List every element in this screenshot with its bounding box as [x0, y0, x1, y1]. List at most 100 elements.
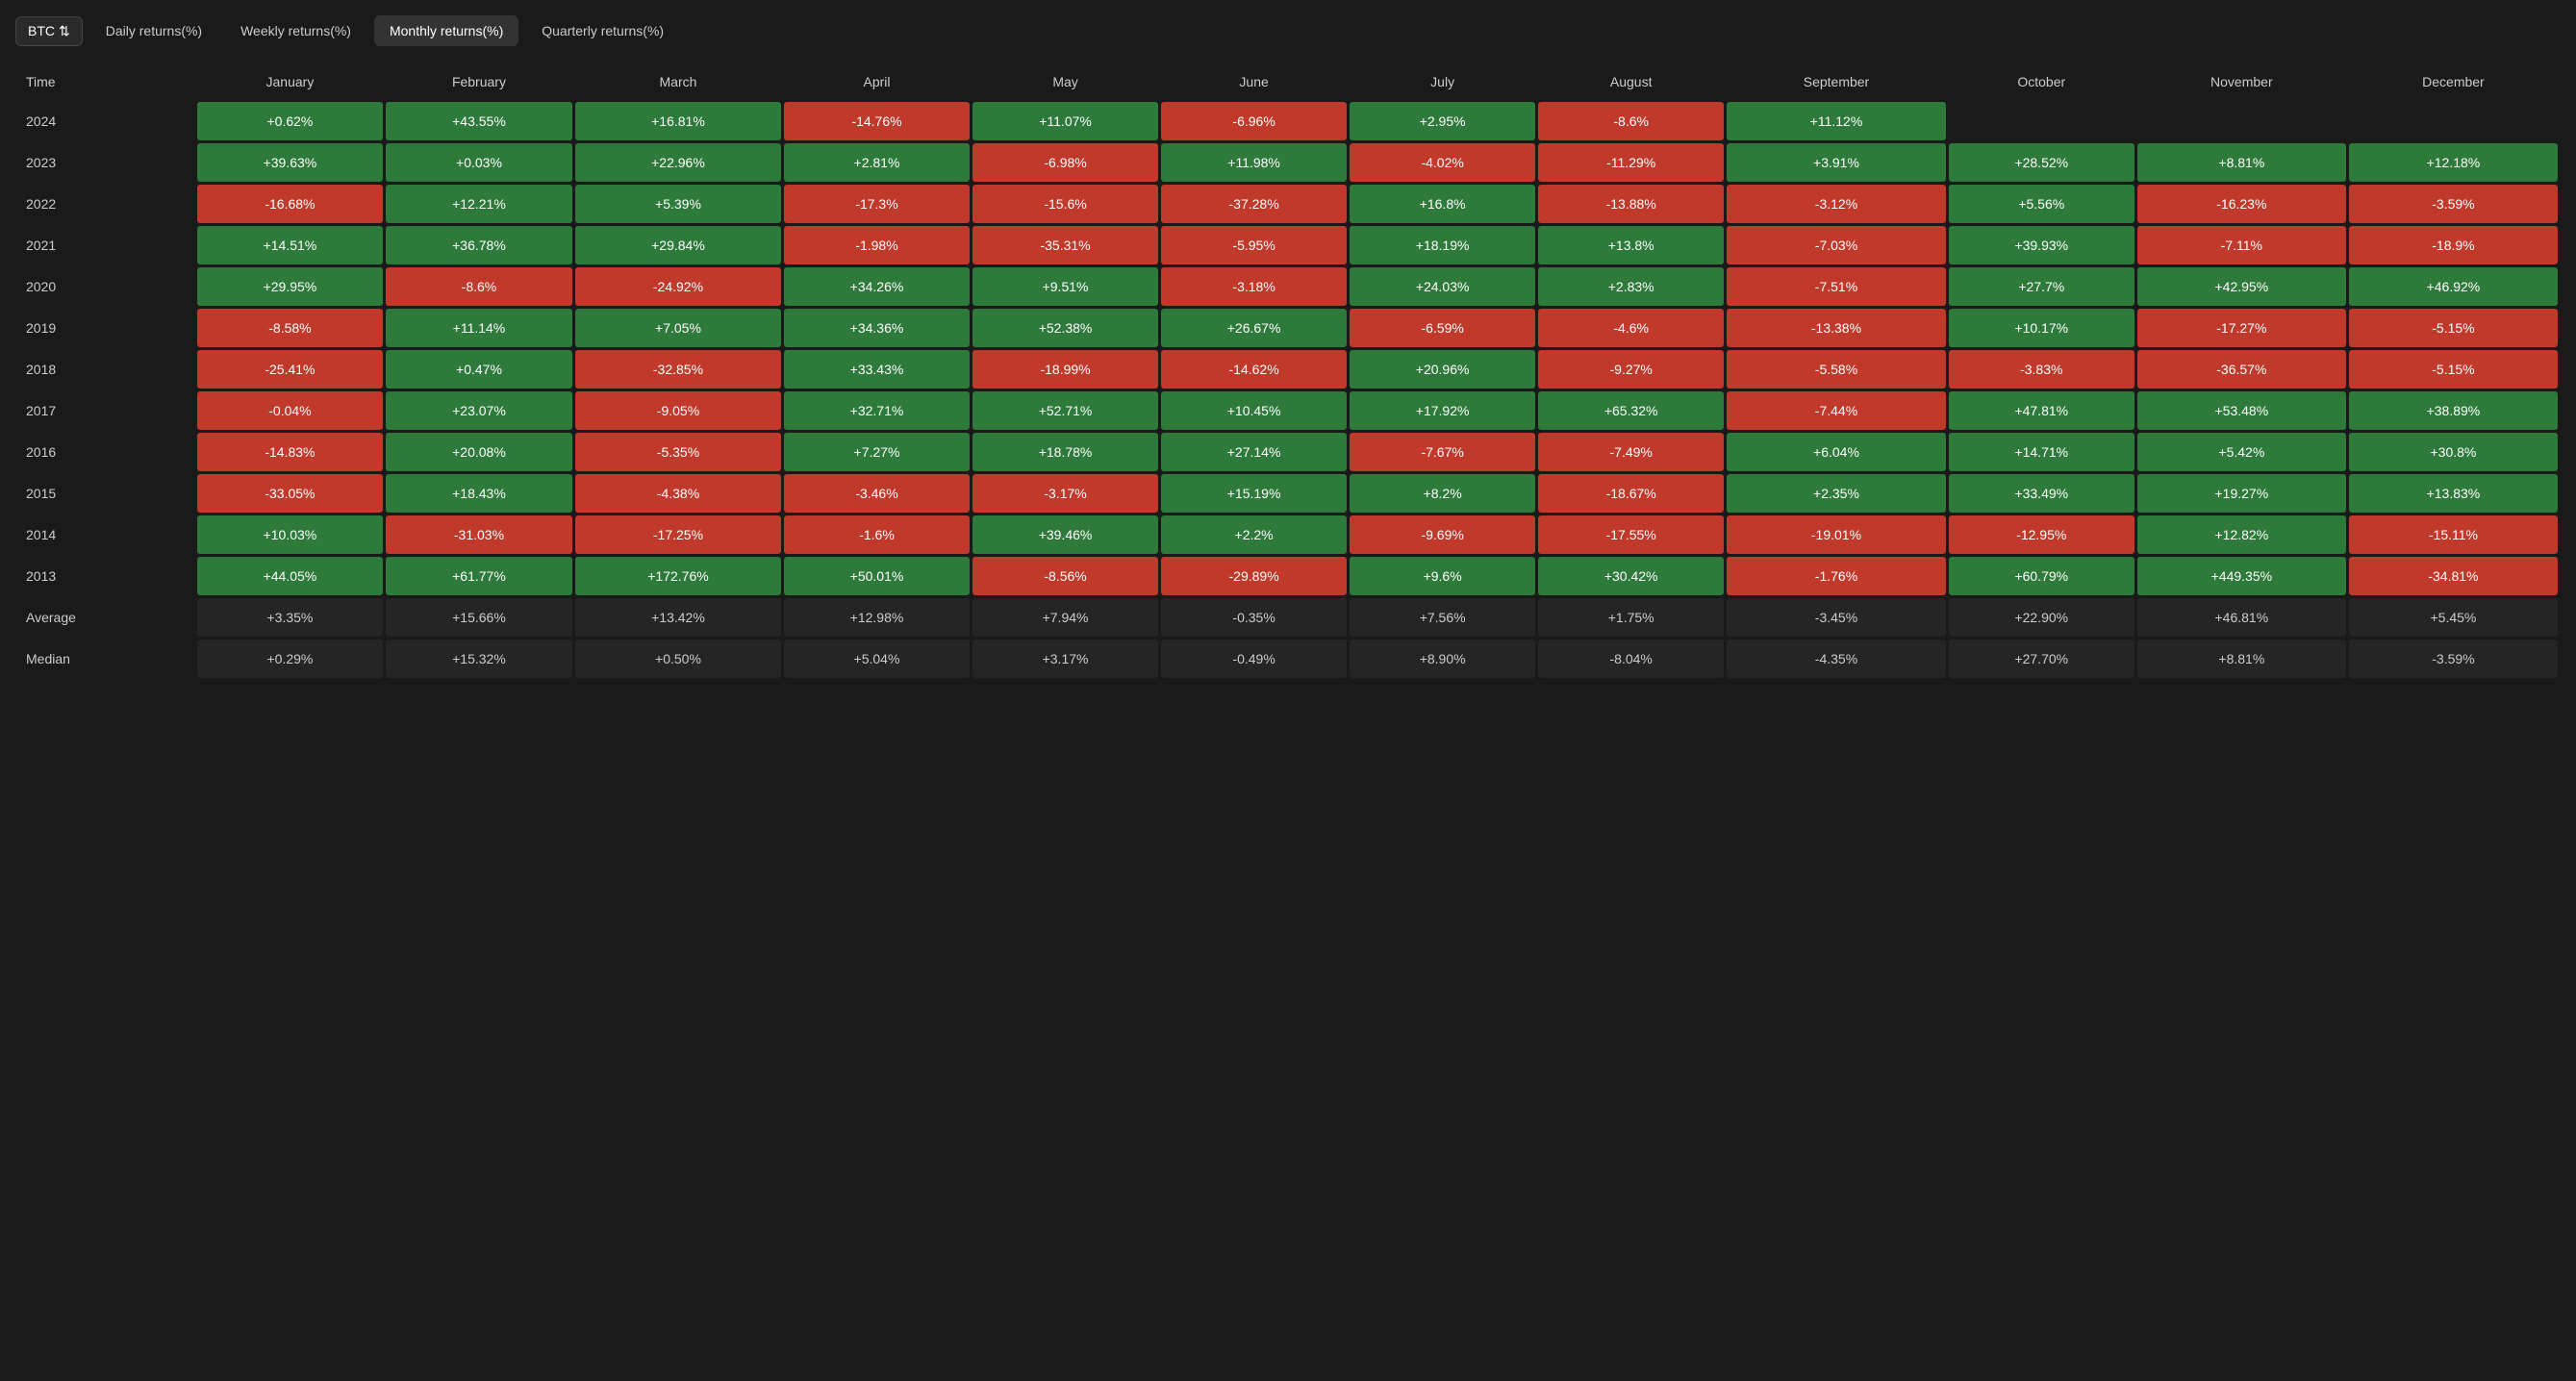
- col-january: January: [197, 64, 383, 99]
- value-cell: +10.03%: [197, 515, 383, 554]
- value-cell: -17.3%: [784, 185, 970, 223]
- value-cell: +9.51%: [972, 267, 1158, 306]
- footer-value: -3.59%: [2349, 640, 2558, 678]
- table-row: 2014+10.03%-31.03%-17.25%-1.6%+39.46%+2.…: [18, 515, 2558, 554]
- value-cell: +13.8%: [1538, 226, 1724, 264]
- value-cell: -8.56%: [972, 557, 1158, 595]
- footer-value: +7.56%: [1350, 598, 1535, 637]
- value-cell: -14.76%: [784, 102, 970, 140]
- value-cell: +12.82%: [2137, 515, 2346, 554]
- tab-weekly[interactable]: Weekly returns(%): [225, 15, 366, 46]
- table-row: 2021+14.51%+36.78%+29.84%-1.98%-35.31%-5…: [18, 226, 2558, 264]
- value-cell: +16.8%: [1350, 185, 1535, 223]
- year-cell: 2024: [18, 102, 194, 140]
- value-cell: +29.95%: [197, 267, 383, 306]
- value-cell: +22.96%: [575, 143, 781, 182]
- footer-label: Average: [18, 598, 194, 637]
- value-cell: +18.19%: [1350, 226, 1535, 264]
- value-cell: -17.25%: [575, 515, 781, 554]
- year-cell: 2019: [18, 309, 194, 347]
- value-cell: +29.84%: [575, 226, 781, 264]
- value-cell: +27.7%: [1949, 267, 2134, 306]
- value-cell: +0.62%: [197, 102, 383, 140]
- value-cell: +0.03%: [386, 143, 572, 182]
- value-cell: -5.15%: [2349, 309, 2558, 347]
- footer-value: +15.32%: [386, 640, 572, 678]
- value-cell: -14.83%: [197, 433, 383, 471]
- table-row: 2013+44.05%+61.77%+172.76%+50.01%-8.56%-…: [18, 557, 2558, 595]
- footer-value: -0.35%: [1161, 598, 1347, 637]
- value-cell: -16.68%: [197, 185, 383, 223]
- value-cell: +0.47%: [386, 350, 572, 389]
- value-cell: +23.07%: [386, 391, 572, 430]
- value-cell: -31.03%: [386, 515, 572, 554]
- tab-monthly[interactable]: Monthly returns(%): [374, 15, 518, 46]
- value-cell: +39.93%: [1949, 226, 2134, 264]
- asset-selector[interactable]: BTC ⇅: [15, 16, 83, 46]
- footer-value: +12.98%: [784, 598, 970, 637]
- value-cell: -18.67%: [1538, 474, 1724, 513]
- value-cell: +11.98%: [1161, 143, 1347, 182]
- tab-quarterly[interactable]: Quarterly returns(%): [526, 15, 679, 46]
- asset-label: BTC: [28, 23, 55, 38]
- value-cell: +9.6%: [1350, 557, 1535, 595]
- value-cell: +46.92%: [2349, 267, 2558, 306]
- footer-row: Average+3.35%+15.66%+13.42%+12.98%+7.94%…: [18, 598, 2558, 637]
- year-cell: 2023: [18, 143, 194, 182]
- col-august: August: [1538, 64, 1724, 99]
- value-cell: -6.59%: [1350, 309, 1535, 347]
- footer-value: +5.45%: [2349, 598, 2558, 637]
- value-cell: +19.27%: [2137, 474, 2346, 513]
- value-cell: +5.56%: [1949, 185, 2134, 223]
- year-cell: 2014: [18, 515, 194, 554]
- value-cell: +33.43%: [784, 350, 970, 389]
- value-cell: -7.44%: [1727, 391, 1946, 430]
- value-cell: -17.27%: [2137, 309, 2346, 347]
- value-cell: +7.05%: [575, 309, 781, 347]
- year-cell: 2022: [18, 185, 194, 223]
- value-cell: +44.05%: [197, 557, 383, 595]
- value-cell: -9.69%: [1350, 515, 1535, 554]
- value-cell: -5.15%: [2349, 350, 2558, 389]
- value-cell: +52.71%: [972, 391, 1158, 430]
- value-cell: -3.46%: [784, 474, 970, 513]
- value-cell: -7.67%: [1350, 433, 1535, 471]
- value-cell: -6.98%: [972, 143, 1158, 182]
- footer-value: +1.75%: [1538, 598, 1724, 637]
- value-cell: [2137, 102, 2346, 140]
- value-cell: +60.79%: [1949, 557, 2134, 595]
- footer-value: -4.35%: [1727, 640, 1946, 678]
- value-cell: -8.58%: [197, 309, 383, 347]
- footer-value: +15.66%: [386, 598, 572, 637]
- value-cell: -5.95%: [1161, 226, 1347, 264]
- value-cell: -32.85%: [575, 350, 781, 389]
- value-cell: -3.17%: [972, 474, 1158, 513]
- col-october: October: [1949, 64, 2134, 99]
- value-cell: -37.28%: [1161, 185, 1347, 223]
- returns-table-container: Time January February March April May Ju…: [15, 62, 2561, 681]
- value-cell: -18.9%: [2349, 226, 2558, 264]
- value-cell: +39.46%: [972, 515, 1158, 554]
- value-cell: +7.27%: [784, 433, 970, 471]
- value-cell: -5.58%: [1727, 350, 1946, 389]
- value-cell: -25.41%: [197, 350, 383, 389]
- value-cell: +5.42%: [2137, 433, 2346, 471]
- footer-value: +8.90%: [1350, 640, 1535, 678]
- value-cell: +172.76%: [575, 557, 781, 595]
- col-may: May: [972, 64, 1158, 99]
- value-cell: -4.02%: [1350, 143, 1535, 182]
- value-cell: +14.71%: [1949, 433, 2134, 471]
- value-cell: -9.05%: [575, 391, 781, 430]
- value-cell: +24.03%: [1350, 267, 1535, 306]
- tab-daily[interactable]: Daily returns(%): [90, 15, 217, 46]
- value-cell: -33.05%: [197, 474, 383, 513]
- value-cell: -19.01%: [1727, 515, 1946, 554]
- year-cell: 2015: [18, 474, 194, 513]
- value-cell: +449.35%: [2137, 557, 2346, 595]
- value-cell: -4.6%: [1538, 309, 1724, 347]
- footer-value: +8.81%: [2137, 640, 2346, 678]
- value-cell: +13.83%: [2349, 474, 2558, 513]
- value-cell: +2.2%: [1161, 515, 1347, 554]
- value-cell: +11.07%: [972, 102, 1158, 140]
- value-cell: -16.23%: [2137, 185, 2346, 223]
